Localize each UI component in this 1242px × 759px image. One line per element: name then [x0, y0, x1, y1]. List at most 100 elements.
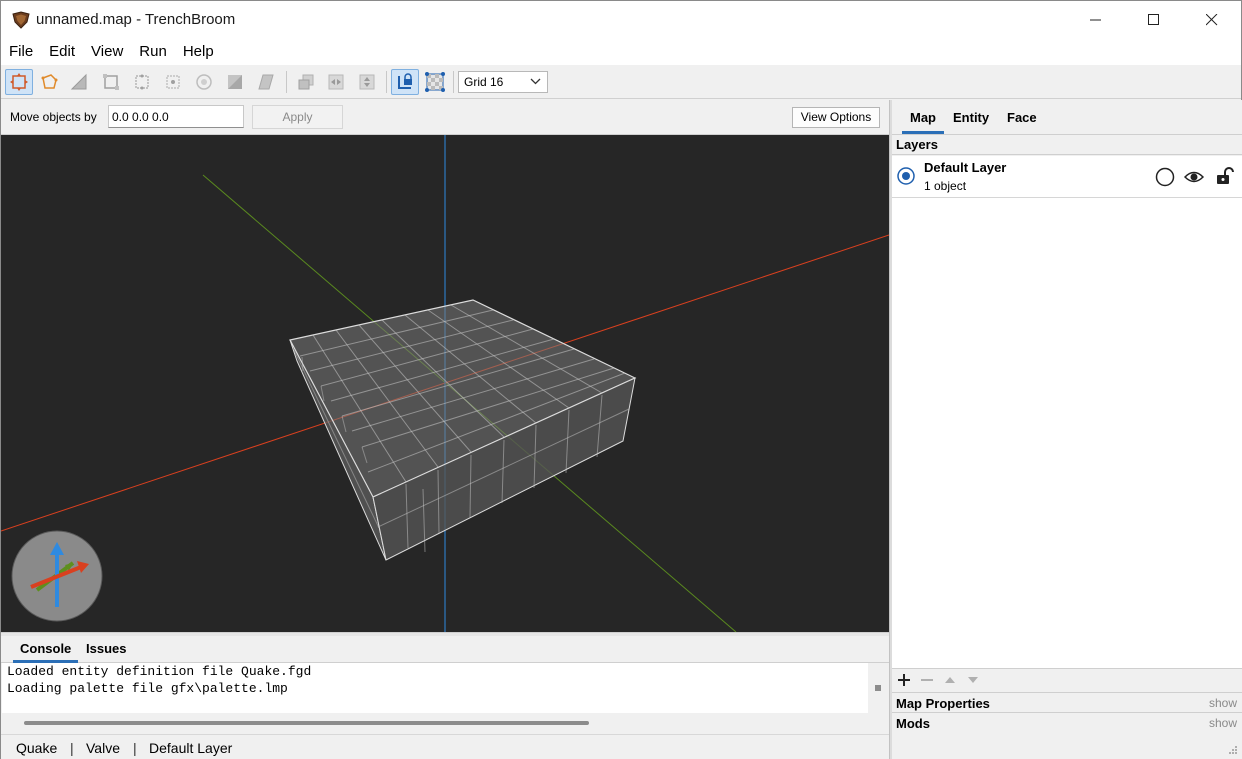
axis-compass[interactable] — [11, 530, 103, 622]
omit-from-export-icon[interactable] — [1155, 167, 1175, 187]
scroll-thumb[interactable] — [24, 721, 589, 725]
tab-issues[interactable]: Issues — [86, 641, 126, 656]
unlock-icon[interactable] — [1214, 166, 1234, 186]
uv-lock-button[interactable] — [421, 69, 449, 95]
grid-size-select[interactable]: Grid 16 — [458, 71, 548, 93]
toolbar-separator — [386, 71, 387, 93]
duplicate-icon — [298, 74, 314, 90]
inspector-panel: Map Entity Face Layers Default Layer 1 o… — [892, 100, 1242, 759]
scale-tool-button[interactable] — [65, 69, 93, 95]
texture-lock-button[interactable] — [391, 69, 419, 95]
flip-vertical-button[interactable] — [353, 69, 381, 95]
layer-row[interactable]: Default Layer 1 object — [892, 156, 1242, 198]
close-icon — [1206, 14, 1218, 26]
duplicate-button[interactable] — [292, 69, 320, 95]
maximize-icon — [1148, 14, 1159, 25]
status-separator: | — [133, 740, 137, 756]
status-game: Quake — [16, 740, 58, 756]
layer-name: Default Layer — [924, 160, 1007, 175]
3d-viewport[interactable] — [1, 135, 889, 632]
toolbar-separator — [286, 71, 287, 93]
skew-tool-icon — [258, 74, 274, 90]
skew-tool-button[interactable] — [252, 69, 280, 95]
console-line: Loading palette file gfx\palette.lmp — [7, 681, 288, 696]
menu-bar: File Edit View Run Help — [1, 39, 1241, 65]
trenchbroom-logo-icon — [12, 11, 30, 29]
mods-section[interactable]: Mods show — [892, 713, 1242, 734]
clip-tool-icon — [228, 75, 242, 89]
status-bar: Quake | Valve | Default Layer — [1, 734, 889, 759]
menu-view[interactable]: View — [83, 39, 131, 65]
move-objects-bar: Move objects by Apply View Options — [1, 100, 889, 135]
rotate-tool-button[interactable] — [35, 69, 63, 95]
layer-object-count: 1 object — [924, 179, 967, 193]
add-layer-icon[interactable] — [897, 673, 911, 687]
maximize-button[interactable] — [1125, 1, 1183, 39]
mods-title: Mods — [896, 716, 930, 731]
toolbar: Grid 16 — [1, 65, 1241, 99]
layer-toolbar — [892, 668, 1242, 692]
menu-help[interactable]: Help — [175, 39, 222, 65]
rotate-tool-icon — [41, 74, 58, 89]
resize-grip-icon[interactable] — [1228, 745, 1238, 755]
uv-lock-icon — [425, 72, 445, 92]
move-tool-icon — [10, 73, 28, 91]
map-properties-section[interactable]: Map Properties show — [892, 692, 1242, 713]
window-title: unnamed.map - TrenchBroom — [36, 11, 236, 28]
move-layer-up-icon[interactable] — [943, 673, 957, 687]
console-output[interactable]: Loaded entity definition file Quake.fgd … — [2, 663, 868, 713]
move-objects-label: Move objects by — [10, 110, 97, 124]
scroll-thumb[interactable] — [875, 685, 881, 691]
minimize-icon — [1090, 19, 1101, 21]
menu-file[interactable]: File — [1, 39, 41, 65]
move-offset-input[interactable] — [108, 105, 244, 128]
brush-block[interactable] — [289, 299, 637, 561]
tab-map[interactable]: Map — [910, 110, 936, 125]
map-properties-show-toggle[interactable]: show — [1209, 696, 1237, 710]
menu-edit[interactable]: Edit — [41, 39, 83, 65]
scale-tool-icon — [70, 73, 87, 90]
title-bar: unnamed.map - TrenchBroom — [1, 1, 1241, 39]
visibility-eye-icon[interactable] — [1184, 167, 1204, 187]
console-line: Loaded entity definition file Quake.fgd — [7, 664, 312, 679]
edge-tool-button[interactable] — [128, 69, 156, 95]
mods-show-toggle[interactable]: show — [1209, 716, 1237, 730]
console-tab-bar: Console Issues — [1, 636, 889, 663]
console-horizontal-scrollbar[interactable] — [2, 713, 888, 733]
move-layer-down-icon[interactable] — [966, 673, 980, 687]
clip-tool-button[interactable] — [221, 69, 249, 95]
shear-tool-button[interactable] — [97, 69, 125, 95]
minimize-button[interactable] — [1067, 1, 1125, 39]
console-vertical-scrollbar[interactable] — [868, 663, 888, 713]
flip-vertical-icon — [359, 74, 375, 90]
move-tool-button[interactable] — [5, 69, 33, 95]
apply-button[interactable]: Apply — [252, 105, 343, 129]
close-button[interactable] — [1183, 1, 1241, 39]
flip-horizontal-button[interactable] — [322, 69, 350, 95]
status-separator: | — [70, 740, 74, 756]
edge-tool-icon — [135, 74, 149, 90]
flip-horizontal-icon — [328, 74, 344, 90]
tab-console[interactable]: Console — [20, 641, 71, 656]
toolbar-separator — [453, 71, 454, 93]
grid-size-value: Grid 16 — [464, 75, 504, 89]
tab-entity[interactable]: Entity — [953, 110, 989, 125]
face-tool-icon — [196, 74, 212, 90]
menu-run[interactable]: Run — [131, 39, 175, 65]
chevron-down-icon — [530, 78, 541, 85]
tab-face[interactable]: Face — [1007, 110, 1037, 125]
face-tool-button[interactable] — [190, 69, 218, 95]
current-layer-radio-icon[interactable] — [897, 167, 915, 185]
app-window: unnamed.map - TrenchBroom File Edit View… — [0, 0, 1242, 759]
texture-lock-icon — [398, 73, 412, 89]
view-options-button[interactable]: View Options — [792, 107, 880, 128]
vertex-tool-button[interactable] — [159, 69, 187, 95]
vertex-tool-icon — [166, 75, 180, 89]
status-layer: Default Layer — [149, 740, 233, 756]
viewport-scene — [1, 135, 889, 632]
remove-layer-icon[interactable] — [920, 673, 934, 687]
layers-title: Layers — [892, 135, 1242, 155]
active-tab-indicator — [902, 131, 944, 134]
map-properties-title: Map Properties — [896, 696, 990, 711]
shear-tool-icon — [103, 74, 119, 90]
